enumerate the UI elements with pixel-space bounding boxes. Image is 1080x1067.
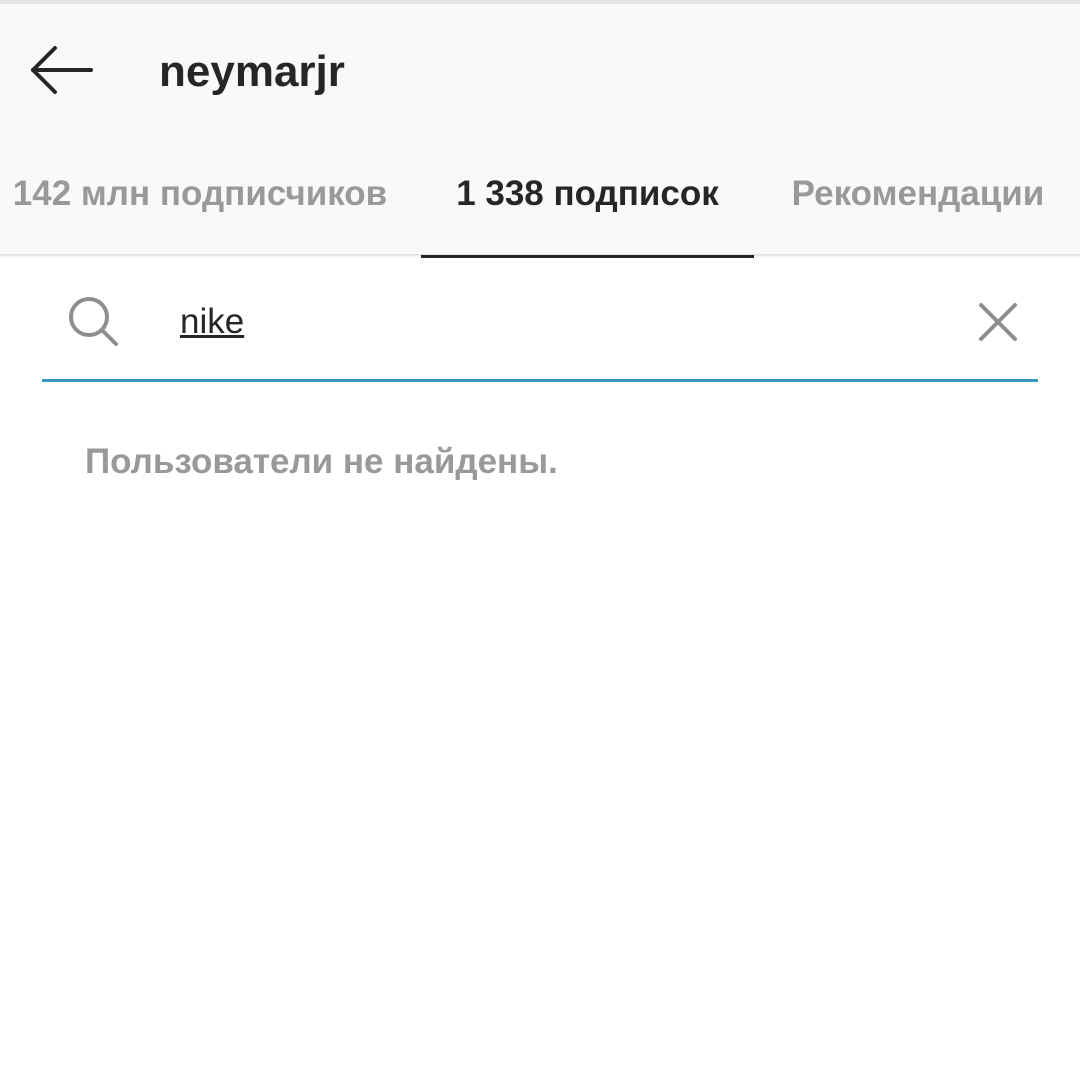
header-divider (0, 254, 1080, 258)
tab-followers[interactable]: 142 млн подписчиков (0, 154, 400, 260)
tab-suggested[interactable]: Рекомендации (776, 154, 1060, 260)
search-bar (42, 284, 1038, 382)
tab-followers-label: 142 млн подписчиков (12, 174, 388, 213)
empty-results-message: Пользователи не найдены. (85, 442, 558, 481)
tab-following[interactable]: 1 338 подписок (421, 154, 754, 260)
search-input[interactable] (180, 294, 940, 350)
tab-following-label: 1 338 подписок (456, 174, 719, 213)
close-icon (979, 303, 1017, 341)
search-icon (69, 297, 118, 346)
back-button[interactable] (22, 34, 102, 106)
tab-suggested-label: Рекомендации (791, 174, 1045, 213)
clear-search-button[interactable] (968, 292, 1028, 352)
search-underline (42, 379, 1038, 382)
tab-bar: 142 млн подписчиков 1 338 подписок Реком… (0, 154, 1080, 260)
page-title: neymarjr (159, 47, 345, 96)
arrow-left-icon (31, 46, 93, 94)
app-screen: neymarjr 142 млн подписчиков 1 338 подпи… (0, 0, 1080, 1067)
header-bar: neymarjr 142 млн подписчиков 1 338 подпи… (0, 0, 1080, 258)
